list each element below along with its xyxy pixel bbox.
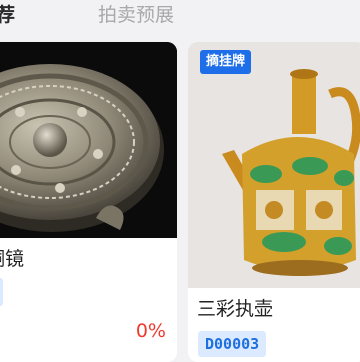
tab-recommend[interactable]: 荐 (0, 2, 15, 28)
product-title: 三彩执壶 (197, 298, 274, 320)
product-card-sancai-ewer[interactable]: 摘挂牌 三彩执壶 D00003 (188, 42, 360, 362)
bid-progress-percent: 0% (135, 320, 166, 342)
product-card-bronze-mirror[interactable]: 铜镜 0% (0, 42, 177, 362)
sancai-ewer-image (188, 42, 360, 288)
product-image (188, 42, 360, 288)
lot-number-badge: D00003 (198, 331, 267, 357)
lot-badge (0, 278, 3, 306)
tab-bar: 荐 拍卖预展 (0, 0, 360, 36)
product-title: 铜镜 (0, 248, 25, 270)
listing-type-tag: 摘挂牌 (200, 50, 252, 74)
bronze-mirror-image (0, 42, 177, 238)
tab-auction-preview[interactable]: 拍卖预展 (98, 2, 174, 28)
product-image (0, 42, 177, 238)
